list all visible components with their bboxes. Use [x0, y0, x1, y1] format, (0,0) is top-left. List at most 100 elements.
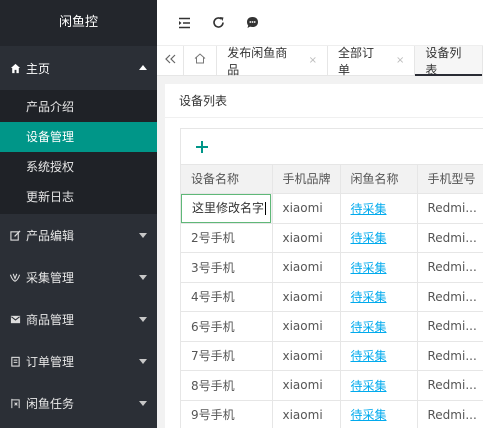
- tab-label: 设备列表: [425, 45, 462, 77]
- submenu-item-product-intro[interactable]: 产品介绍: [0, 92, 157, 122]
- refresh-button[interactable]: [203, 0, 233, 46]
- close-icon[interactable]: ×: [309, 55, 317, 66]
- menu-product-edit-label: 产品编辑: [26, 228, 75, 243]
- column-header-device-name[interactable]: 设备名称: [181, 165, 273, 194]
- close-icon[interactable]: ×: [396, 55, 404, 66]
- device-name-cell[interactable]: 9号手机: [181, 400, 273, 428]
- sidebar: 闲鱼控 主页 产品介绍 设备管理 系统授权 更新日志 产品编辑 采集管理 商品管…: [0, 0, 157, 428]
- phone-brand-cell: xiaomi: [272, 311, 341, 342]
- tabs-scroll-left-button[interactable]: [157, 46, 185, 75]
- phone-brand-cell: xiaomi: [272, 252, 341, 283]
- chevron-down-icon: [139, 359, 147, 364]
- xianyu-name-link[interactable]: 待采集: [351, 379, 387, 393]
- edit-input-value: 这里修改名字: [192, 200, 265, 215]
- phone-model-cell: Redmi...: [417, 252, 483, 283]
- chat-icon: [246, 16, 259, 29]
- chevron-down-icon: [139, 317, 147, 322]
- add-icon[interactable]: [193, 138, 211, 156]
- xianyu-name-cell: 待采集: [340, 223, 418, 253]
- phone-model-cell: Redmi...: [417, 341, 483, 371]
- phone-model-cell: Redmi...: [417, 400, 483, 428]
- tab-label: 全部订单: [337, 45, 374, 77]
- column-header-phone-brand[interactable]: 手机品牌: [272, 165, 341, 194]
- xianyu-name-link[interactable]: 待采集: [351, 349, 387, 363]
- chevron-up-icon: [139, 65, 147, 70]
- menu-orders-label: 订单管理: [26, 354, 75, 369]
- phone-brand-cell: xiaomi: [272, 193, 341, 224]
- table-row: 9号手机 xiaomi 待采集 Redmi...: [181, 400, 483, 428]
- xianyu-name-link[interactable]: 待采集: [351, 408, 387, 422]
- xianyu-name-cell: 待采集: [340, 193, 418, 224]
- phone-model-cell: Redmi...: [417, 193, 483, 224]
- phone-model-cell: Redmi...: [417, 282, 483, 312]
- menu-goods[interactable]: 商品管理: [0, 298, 157, 340]
- phone-brand-cell: xiaomi: [272, 282, 341, 312]
- menu-home[interactable]: 主页: [0, 46, 157, 90]
- xianyu-name-link[interactable]: 待采集: [351, 202, 387, 216]
- device-name-cell[interactable]: 这里修改名字: [181, 193, 273, 224]
- collect-icon: [8, 270, 22, 284]
- menu-group-collect: 采集管理: [0, 256, 157, 298]
- tab-publish-goods[interactable]: 发布闲鱼商品 ×: [217, 46, 328, 77]
- xianyu-name-link[interactable]: 待采集: [351, 320, 387, 334]
- menu-fold-button[interactable]: [169, 0, 199, 46]
- menu-group-orders: 订单管理: [0, 340, 157, 382]
- device-name-cell[interactable]: 4号手机: [181, 282, 273, 312]
- table-toolbar: [181, 129, 483, 165]
- table-row: 8号手机 xiaomi 待采集 Redmi...: [181, 370, 483, 401]
- phone-brand-cell: xiaomi: [272, 400, 341, 428]
- device-name-cell[interactable]: 3号手机: [181, 252, 273, 283]
- fish-icon: [8, 396, 22, 410]
- menu-xianyu-task-label: 闲鱼任务: [26, 396, 75, 411]
- device-table: 设备名称 手机品牌 闲鱼名称 手机型号 这里修改名字 xiaomi 待采集 Re…: [181, 165, 483, 428]
- tab-all-orders[interactable]: 全部订单 ×: [328, 45, 416, 77]
- device-name-cell[interactable]: 7号手机: [181, 341, 273, 371]
- menu-group-goods: 商品管理: [0, 298, 157, 340]
- main-content: 设备列表 设备名称 手机品牌 闲鱼名称 手机型号 这里修改名字 xiaomi 待…: [157, 76, 483, 428]
- chat-button[interactable]: [237, 0, 267, 46]
- column-header-phone-model[interactable]: 手机型号: [417, 165, 483, 194]
- menu-group-xianyu-task: 闲鱼任务: [0, 382, 157, 424]
- submenu-item-changelog[interactable]: 更新日志: [0, 182, 157, 212]
- home-submenu: 产品介绍 设备管理 系统授权 更新日志: [0, 90, 157, 214]
- menu-xianyu-task[interactable]: 闲鱼任务: [0, 382, 157, 424]
- edit-icon: [8, 228, 22, 242]
- tabs-bar: 发布闲鱼商品 × 全部订单 × 设备列表: [157, 45, 483, 77]
- device-name-cell[interactable]: 8号手机: [181, 370, 273, 401]
- phone-model-cell: Redmi...: [417, 370, 483, 401]
- table-row: 6号手机 xiaomi 待采集 Redmi...: [181, 311, 483, 342]
- submenu-item-system-auth[interactable]: 系统授权: [0, 152, 157, 182]
- device-name-cell[interactable]: 2号手机: [181, 223, 273, 253]
- phone-brand-cell: xiaomi: [272, 223, 341, 253]
- tab-device-list[interactable]: 设备列表: [415, 45, 483, 77]
- tab-home[interactable]: [184, 46, 218, 75]
- app-logo: 闲鱼控: [0, 0, 157, 46]
- table-row: 3号手机 xiaomi 待采集 Redmi...: [181, 252, 483, 283]
- table-row: 7号手机 xiaomi 待采集 Redmi...: [181, 341, 483, 371]
- chevron-down-icon: [139, 275, 147, 280]
- column-header-xianyu-name[interactable]: 闲鱼名称: [340, 165, 418, 194]
- menu-product-edit[interactable]: 产品编辑: [0, 214, 157, 256]
- menu-group-home: 主页 产品介绍 设备管理 系统授权 更新日志: [0, 46, 157, 214]
- device-name-edit-input[interactable]: 这里修改名字: [181, 193, 271, 222]
- xianyu-name-link[interactable]: 待采集: [351, 261, 387, 275]
- menu-collect[interactable]: 采集管理: [0, 256, 157, 298]
- home-outline-icon: [194, 53, 206, 68]
- menu-orders[interactable]: 订单管理: [0, 340, 157, 382]
- xianyu-name-cell: 待采集: [340, 400, 418, 428]
- phone-model-cell: Redmi...: [417, 223, 483, 253]
- xianyu-name-cell: 待采集: [340, 370, 418, 401]
- device-table-container: 设备名称 手机品牌 闲鱼名称 手机型号 这里修改名字 xiaomi 待采集 Re…: [180, 128, 483, 428]
- table-row: 4号手机 xiaomi 待采集 Redmi...: [181, 282, 483, 312]
- xianyu-name-link[interactable]: 待采集: [351, 231, 387, 245]
- top-header: [157, 0, 483, 46]
- device-name-cell[interactable]: 6号手机: [181, 311, 273, 342]
- chevron-down-icon: [139, 233, 147, 238]
- menu-fold-icon: [178, 17, 191, 29]
- xianyu-name-link[interactable]: 待采集: [351, 290, 387, 304]
- phone-brand-cell: xiaomi: [272, 341, 341, 371]
- submenu-item-device-management[interactable]: 设备管理: [0, 122, 157, 152]
- menu-home-label: 主页: [26, 61, 51, 76]
- text-caret: [265, 201, 267, 215]
- order-icon: [8, 354, 22, 368]
